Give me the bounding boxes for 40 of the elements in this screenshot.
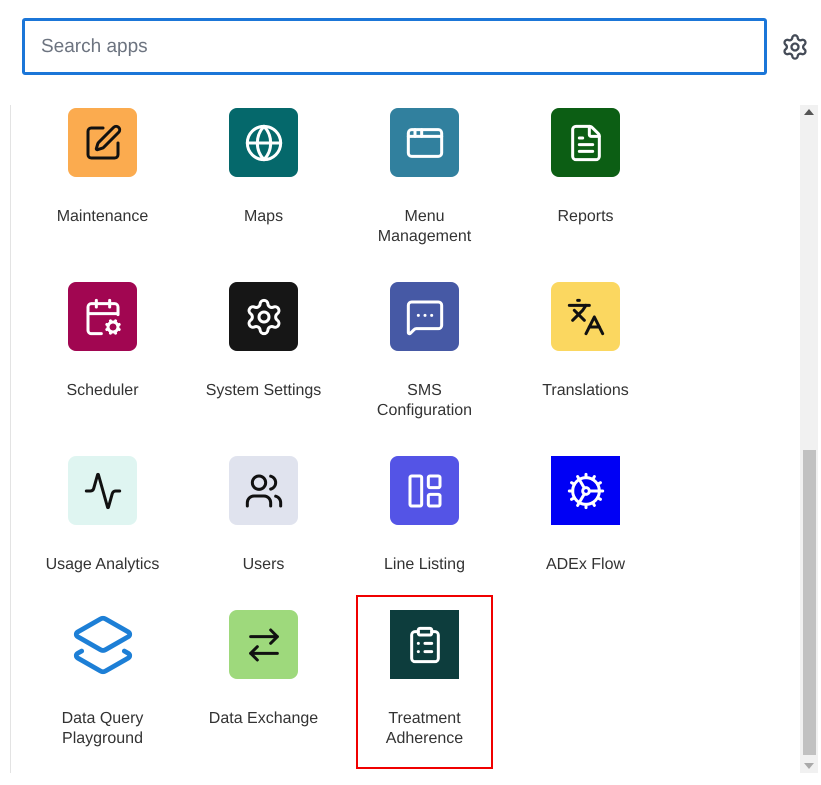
app-tile[interactable]: Line Listing: [356, 441, 493, 595]
app-label: Translations: [541, 381, 630, 401]
app-tile[interactable]: Reports: [517, 93, 654, 267]
gear-icon: [566, 470, 606, 510]
settings-icon[interactable]: [781, 32, 809, 60]
app-label: Treatment Adherence: [384, 709, 464, 749]
app-tile[interactable]: System Settings: [195, 267, 332, 441]
app-label: Data Query Playground: [60, 709, 144, 749]
app-label: Maintenance: [56, 207, 150, 227]
app-label: SMS Configuration: [376, 381, 474, 421]
activity-icon: [82, 470, 122, 510]
scroll-down-icon[interactable]: [804, 763, 814, 769]
app-tile[interactable]: Treatment Adherence: [356, 595, 493, 769]
globe-icon: [244, 122, 284, 162]
app-label: Scheduler: [65, 381, 140, 401]
scroll-up-icon[interactable]: [804, 109, 814, 115]
app-tile[interactable]: Menu Management: [356, 93, 493, 267]
app-label: Reports: [556, 207, 615, 227]
scrollbar[interactable]: [800, 105, 818, 773]
app-tile[interactable]: Usage Analytics: [34, 441, 171, 595]
app-label: ADEx Flow: [544, 555, 626, 575]
app-tile[interactable]: Data Query Playground: [34, 595, 171, 769]
translate-icon: [566, 296, 606, 336]
app-label: Data Exchange: [208, 709, 320, 729]
app-tile[interactable]: Users: [195, 441, 332, 595]
search-field[interactable]: Search apps: [22, 18, 767, 75]
app-label: System Settings: [204, 381, 322, 401]
app-label: Maps: [242, 207, 284, 227]
app-tile[interactable]: Maintenance: [34, 93, 171, 267]
app-tile[interactable]: Translations: [517, 267, 654, 441]
scrollbar-thumb[interactable]: [802, 450, 816, 755]
app-tile[interactable]: ADEx Flow: [517, 441, 654, 595]
app-tile[interactable]: Data Exchange: [195, 595, 332, 769]
app-label: Usage Analytics: [44, 555, 160, 575]
app-tile[interactable]: SMS Configuration: [356, 267, 493, 441]
app-label: Users: [242, 555, 286, 575]
app-label: Line Listing: [383, 555, 466, 575]
app-label: Menu Management: [376, 207, 472, 247]
app-tile[interactable]: Scheduler: [34, 267, 171, 441]
app-tile[interactable]: Maps: [195, 93, 332, 267]
